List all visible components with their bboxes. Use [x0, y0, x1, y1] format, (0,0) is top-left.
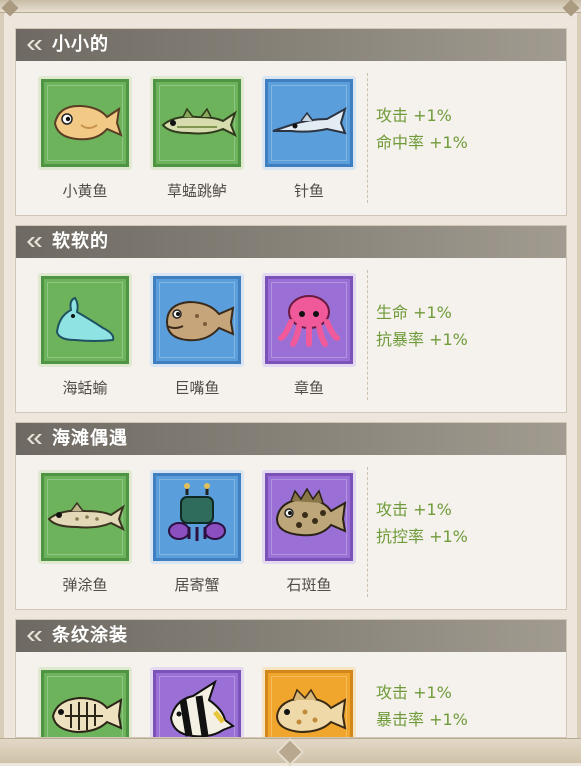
bonus-stat: 攻击 +1%	[376, 500, 452, 519]
bonus-stat: 攻击 +1%	[376, 106, 452, 125]
fish-name: 居寄蟹	[174, 576, 220, 594]
mudskipper-icon	[47, 501, 125, 532]
octopus-icon	[278, 295, 340, 347]
hermit-crab-icon	[168, 483, 226, 541]
fish-name: 石斑鱼	[286, 576, 332, 594]
fish-slot-grasshopper-perch[interactable]	[150, 76, 244, 170]
skeleton-fish-icon	[51, 696, 123, 734]
fish-name: 小黄鱼	[62, 182, 108, 200]
card-title: 海滩偶遇	[52, 428, 128, 449]
bonus-stat: 生命 +1%	[376, 303, 452, 322]
fish-slot-skeleton-fish[interactable]	[38, 667, 132, 737]
card-title: 条纹涂装	[52, 625, 128, 646]
fish-name: 草蜢跳鲈	[166, 182, 227, 200]
card-header: 小小的	[16, 29, 566, 61]
card-title: 小小的	[52, 34, 109, 55]
double-chevron-icon	[27, 237, 42, 247]
collection-card-1: 软软的 海蛞蝓 巨嘴鱼 章鱼 生命 +1% 抗暴率 +1%	[15, 225, 567, 413]
collection-card-0: 小小的 小黄鱼 草蜢跳鲈 针鱼 攻击 +1% 命中率 +1%	[15, 28, 567, 216]
card-header: 软软的	[16, 226, 566, 258]
bonus-stat: 抗控率 +1%	[376, 527, 468, 546]
needlefish-icon	[272, 106, 347, 135]
fish-slot-spotted-fish[interactable]	[262, 667, 356, 737]
fish-name: 海蛞蝓	[62, 379, 108, 397]
divider	[367, 270, 368, 400]
grasshopper-perch-icon	[161, 107, 237, 138]
divider	[367, 467, 368, 597]
card-header: 海滩偶遇	[16, 423, 566, 455]
double-chevron-icon	[27, 631, 42, 641]
fish-slot-needlefish[interactable]	[262, 76, 356, 170]
spotted-fish-icon	[275, 688, 347, 734]
bigmouth-fish-icon	[165, 300, 235, 342]
fish-slot-bigmouth-fish[interactable]	[150, 273, 244, 367]
bonus-stat: 命中率 +1%	[376, 133, 468, 152]
bonus-stat: 攻击 +1%	[376, 683, 452, 702]
fish-slot-grouper[interactable]	[262, 470, 356, 564]
collection-card-3: 条纹涂装 攻击 +1% 暴击率 +1%	[15, 619, 567, 738]
card-title: 软软的	[52, 231, 109, 252]
panel-top-border	[0, 0, 581, 13]
grouper-icon	[275, 487, 347, 537]
fish-name: 针鱼	[293, 182, 324, 200]
fish-slot-octopus[interactable]	[262, 273, 356, 367]
fish-name: 章鱼	[293, 379, 324, 397]
bonus-stat: 抗暴率 +1%	[376, 330, 468, 349]
bonus-stat: 暴击率 +1%	[376, 710, 468, 729]
fish-slot-sea-slug[interactable]	[38, 273, 132, 367]
sea-slug-icon	[55, 296, 115, 342]
fish-name: 弹涂鱼	[62, 576, 108, 594]
moorish-idol-icon	[169, 679, 236, 737]
fish-slot-hermit-crab[interactable]	[150, 470, 244, 564]
fish-slot-mudskipper[interactable]	[38, 470, 132, 564]
double-chevron-icon	[27, 434, 42, 444]
double-chevron-icon	[27, 40, 42, 50]
fish-slot-yellow-croaker[interactable]	[38, 76, 132, 170]
fish-slot-moorish-idol[interactable]	[150, 667, 244, 737]
collection-card-2: 海滩偶遇 弹涂鱼 居寄蟹 石斑鱼 攻击 +1% 抗控率 +1%	[15, 422, 567, 610]
card-header: 条纹涂装	[16, 620, 566, 652]
divider	[367, 73, 368, 203]
yellow-croaker-icon	[53, 104, 123, 141]
fish-name: 巨嘴鱼	[174, 379, 220, 397]
